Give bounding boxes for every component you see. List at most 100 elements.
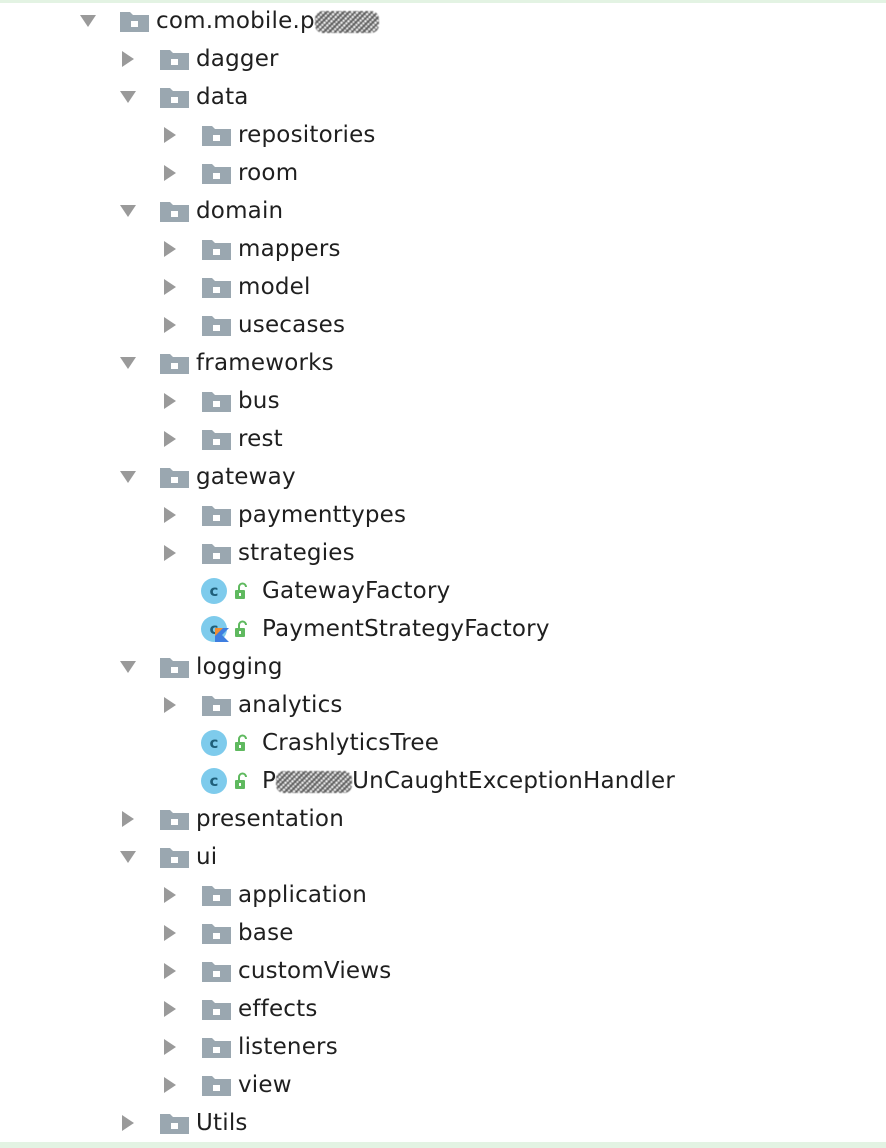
class-c-icon: c bbox=[201, 730, 227, 756]
tree-row-room[interactable]: room bbox=[162, 154, 298, 192]
tree-row-paymenttypes[interactable]: paymenttypes bbox=[162, 496, 406, 534]
chevron-right-icon[interactable] bbox=[120, 810, 136, 828]
tree-row-usecases[interactable]: usecases bbox=[162, 306, 345, 344]
tree-row-customviews[interactable]: customViews bbox=[162, 952, 391, 990]
tree-row-application[interactable]: application bbox=[162, 876, 367, 914]
chevron-right-icon[interactable] bbox=[162, 544, 178, 562]
tree-item-label: com.mobile.p bbox=[156, 2, 379, 40]
tree-row-listeners[interactable]: listeners bbox=[162, 1028, 338, 1066]
chevron-right-icon[interactable] bbox=[120, 50, 136, 68]
class-c-icon: c bbox=[201, 616, 229, 642]
package-folder-icon bbox=[202, 123, 231, 147]
package-folder-icon bbox=[202, 161, 231, 185]
window-bottom-border bbox=[0, 1142, 886, 1148]
tree-row-rest[interactable]: rest bbox=[162, 420, 283, 458]
package-folder-icon bbox=[202, 237, 231, 261]
chevron-down-icon[interactable] bbox=[120, 468, 136, 486]
chevron-right-icon[interactable] bbox=[162, 696, 178, 714]
tree-item-label: frameworks bbox=[196, 350, 334, 376]
chevron-right-icon[interactable] bbox=[162, 164, 178, 182]
tree-row-gateway[interactable]: gateway bbox=[120, 458, 296, 496]
package-folder-icon bbox=[202, 883, 231, 907]
tree-item-label: rest bbox=[238, 426, 283, 452]
tree-item-label: GatewayFactory bbox=[262, 578, 451, 604]
tree-row-strategies[interactable]: strategies bbox=[162, 534, 355, 572]
chevron-right-icon[interactable] bbox=[162, 240, 178, 258]
package-folder-icon bbox=[160, 47, 189, 71]
tree-row-crashlyticstree[interactable]: c CrashlyticsTree bbox=[201, 724, 439, 762]
tree-item-label: logging bbox=[196, 654, 283, 680]
tree-row-view[interactable]: view bbox=[162, 1066, 292, 1104]
tree-row-effects[interactable]: effects bbox=[162, 990, 318, 1028]
tree-item-label: view bbox=[238, 1072, 292, 1098]
chevron-right-icon[interactable] bbox=[162, 278, 178, 296]
tree-item-label: domain bbox=[196, 198, 284, 224]
unlocked-padlock-icon bbox=[234, 581, 252, 601]
tree-row-frameworks[interactable]: frameworks bbox=[120, 344, 334, 382]
chevron-right-icon[interactable] bbox=[162, 392, 178, 410]
tree-row-mappers[interactable]: mappers bbox=[162, 230, 341, 268]
unlocked-padlock-icon bbox=[234, 733, 252, 753]
chevron-down-icon[interactable] bbox=[120, 202, 136, 220]
tree-row-bus[interactable]: bus bbox=[162, 382, 280, 420]
chevron-down-icon[interactable] bbox=[120, 658, 136, 676]
chevron-right-icon[interactable] bbox=[162, 430, 178, 448]
tree-row-base[interactable]: base bbox=[162, 914, 294, 952]
package-folder-icon bbox=[202, 389, 231, 413]
tree-row-presentation[interactable]: presentation bbox=[120, 800, 344, 838]
tree-item-label: room bbox=[238, 160, 299, 186]
package-folder-icon bbox=[160, 845, 189, 869]
chevron-right-icon[interactable] bbox=[162, 1000, 178, 1018]
tree-item-label: ui bbox=[196, 844, 218, 870]
package-folder-icon bbox=[202, 313, 231, 337]
package-folder-icon bbox=[202, 541, 231, 565]
tree-item-label: model bbox=[238, 274, 311, 300]
tree-item-label: presentation bbox=[196, 806, 344, 832]
tree-item-label: usecases bbox=[238, 312, 346, 338]
unlocked-padlock-icon bbox=[234, 771, 252, 791]
tree-row-ui[interactable]: ui bbox=[120, 838, 217, 876]
tree-item-label: bus bbox=[238, 388, 280, 414]
package-folder-icon bbox=[160, 1111, 189, 1135]
package-folder-icon bbox=[120, 9, 149, 33]
chevron-down-icon[interactable] bbox=[120, 848, 136, 866]
tree-item-label: listeners bbox=[238, 1034, 338, 1060]
chevron-right-icon[interactable] bbox=[162, 962, 178, 980]
chevron-right-icon[interactable] bbox=[120, 1114, 136, 1132]
chevron-right-icon[interactable] bbox=[162, 1076, 178, 1094]
chevron-right-icon[interactable] bbox=[162, 126, 178, 144]
tree-row-model[interactable]: model bbox=[162, 268, 311, 306]
chevron-down-icon[interactable] bbox=[120, 88, 136, 106]
tree-row-root[interactable]: com.mobile.p bbox=[80, 2, 379, 40]
tree-item-label: analytics bbox=[238, 692, 343, 718]
tree-row-dagger[interactable]: dagger bbox=[120, 40, 279, 78]
package-folder-icon bbox=[202, 503, 231, 527]
tree-row-analytics[interactable]: analytics bbox=[162, 686, 343, 724]
chevron-down-icon[interactable] bbox=[80, 12, 96, 30]
chevron-right-icon[interactable] bbox=[162, 886, 178, 904]
tree-row-domain[interactable]: domain bbox=[120, 192, 283, 230]
tree-item-label: application bbox=[238, 882, 368, 908]
package-folder-icon bbox=[160, 85, 189, 109]
package-folder-icon bbox=[202, 1073, 231, 1097]
tree-row-paymentstrategyfactory[interactable]: c PaymentStrategyFactory bbox=[201, 610, 550, 648]
class-c-icon: c bbox=[201, 768, 227, 794]
chevron-down-icon[interactable] bbox=[120, 354, 136, 372]
tree-row-logging[interactable]: logging bbox=[120, 648, 283, 686]
chevron-right-icon[interactable] bbox=[162, 316, 178, 334]
package-folder-icon bbox=[202, 1035, 231, 1059]
tree-item-label: Utils bbox=[196, 1110, 248, 1136]
chevron-right-icon[interactable] bbox=[162, 1038, 178, 1056]
package-folder-icon bbox=[202, 693, 231, 717]
chevron-right-icon[interactable] bbox=[162, 506, 178, 524]
tree-row-data[interactable]: data bbox=[120, 78, 249, 116]
tree-item-label: effects bbox=[238, 996, 318, 1022]
package-folder-icon bbox=[202, 275, 231, 299]
tree-row-repositories[interactable]: repositories bbox=[162, 116, 376, 154]
chevron-right-icon[interactable] bbox=[162, 924, 178, 942]
kotlin-badge-icon bbox=[215, 628, 229, 642]
tree-row-gatewayfactory[interactable]: c GatewayFactory bbox=[201, 572, 450, 610]
tree-row-utils[interactable]: Utils bbox=[120, 1104, 248, 1142]
tree-item-label: CrashlyticsTree bbox=[262, 730, 440, 756]
tree-row-uncaughtexceptionhandler[interactable]: c P UnCaughtExceptionHandler bbox=[201, 762, 675, 800]
